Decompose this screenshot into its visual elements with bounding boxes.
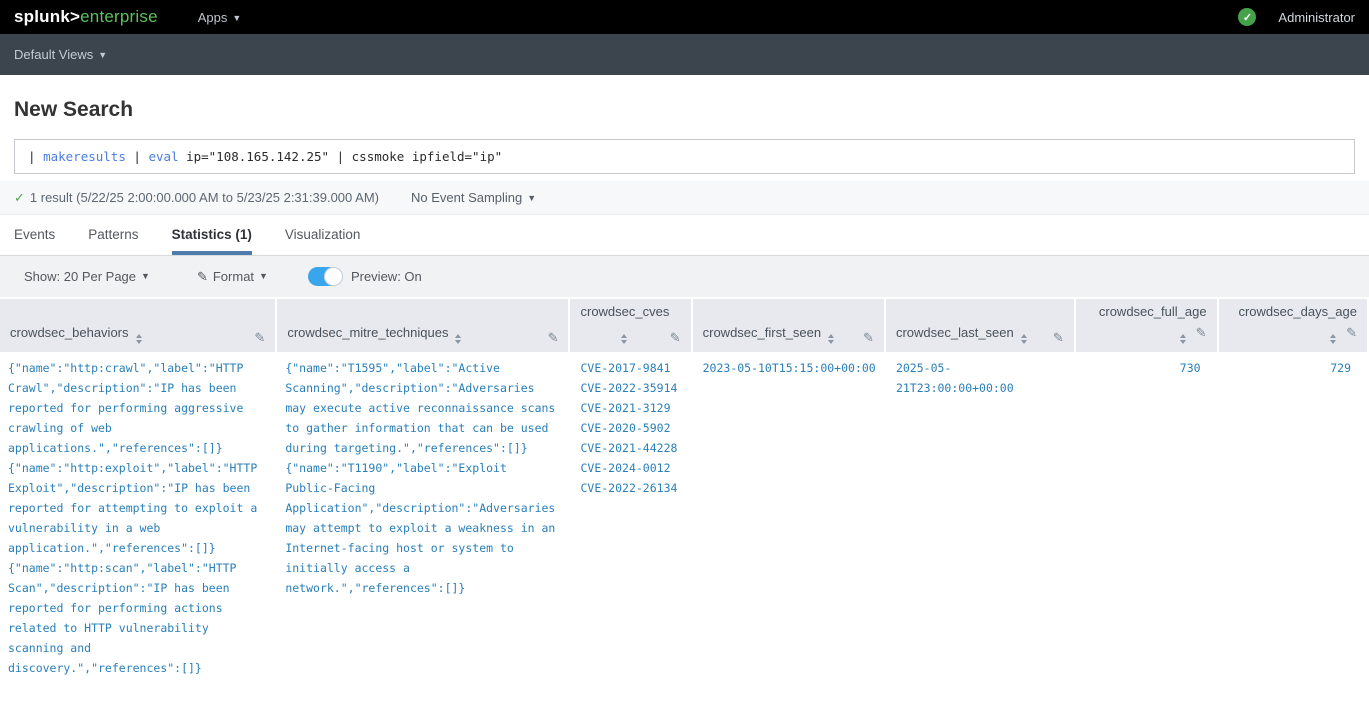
query-part-plain: ip="108.165.142.25" | cssmoke ipfield="i…	[179, 149, 503, 164]
sort-icon[interactable]	[136, 334, 142, 344]
cell-crowdsec_full_age: 730	[1076, 352, 1217, 684]
column-header-label: crowdsec_first_seen	[703, 325, 822, 340]
cell-crowdsec_mitre_techniques: {"name":"T1595","label":"Active Scanning…	[277, 352, 568, 684]
job-status-bar: ✓ 1 result (5/22/25 2:00:00.000 AM to 5/…	[0, 181, 1369, 215]
tab-statistics[interactable]: Statistics (1)	[172, 215, 252, 255]
edit-column-icon[interactable]: ✎	[1196, 325, 1207, 340]
edit-column-icon[interactable]: ✎	[548, 331, 559, 344]
column-header-crowdsec_first_seen[interactable]: crowdsec_first_seen ✎	[693, 299, 884, 352]
column-header-label: crowdsec_behaviors	[10, 325, 129, 340]
result-count-text: 1 result (5/22/25 2:00:00.000 AM to 5/23…	[30, 190, 379, 205]
table-row: {"name":"http:crawl","label":"HTTP Crawl…	[0, 352, 1367, 684]
chevron-down-icon: ▼	[527, 193, 536, 203]
edit-column-icon[interactable]: ✎	[863, 331, 874, 344]
query-part-command: makeresults	[43, 149, 126, 164]
query-part-command: eval	[148, 149, 178, 164]
chevron-down-icon: ▼	[141, 271, 150, 281]
splunk-logo-gt: >	[70, 7, 80, 26]
results-toolbar: Show: 20 Per Page ▼ ✎ Format ▼ Preview: On	[0, 256, 1369, 299]
edit-column-icon[interactable]: ✎	[670, 331, 681, 344]
column-header-crowdsec_full_age[interactable]: crowdsec_full_age ✎	[1076, 299, 1217, 352]
query-part-plain: |	[126, 149, 149, 164]
sort-icon[interactable]	[1330, 334, 1336, 344]
pencil-icon: ✎	[197, 269, 208, 285]
event-sampling-menu[interactable]: No Event Sampling ▼	[411, 190, 536, 205]
apps-menu[interactable]: Apps ▼	[198, 10, 242, 25]
column-header-crowdsec_days_age[interactable]: crowdsec_days_age ✎	[1219, 299, 1367, 352]
chevron-down-icon: ▼	[259, 271, 268, 281]
search-bar[interactable]: | makeresults | eval ip="108.165.142.25"…	[14, 139, 1355, 174]
per-page-label: Show: 20 Per Page	[24, 269, 136, 284]
preview-control: Preview: On	[308, 267, 422, 286]
cell-crowdsec_behaviors: {"name":"http:crawl","label":"HTTP Crawl…	[0, 352, 275, 684]
sort-icon[interactable]	[621, 334, 627, 344]
column-header-label: crowdsec_cves	[580, 304, 669, 319]
job-done-check-icon: ✓	[14, 190, 25, 206]
cell-crowdsec_last_seen: 2025-05-21T23:00:00+00:00	[886, 352, 1074, 684]
preview-toggle[interactable]	[308, 267, 343, 286]
column-header-label: crowdsec_last_seen	[896, 325, 1014, 340]
splunk-logo-brand: splunk	[14, 7, 70, 26]
top-navbar: splunk>enterprise Apps ▼ ✓ Administrator	[0, 0, 1369, 34]
page-title: New Search	[0, 75, 1369, 139]
search-query-input[interactable]: | makeresults | eval ip="108.165.142.25"…	[28, 149, 502, 164]
sort-icon[interactable]	[1021, 334, 1027, 344]
edit-column-icon[interactable]: ✎	[254, 331, 265, 344]
column-header-crowdsec_behaviors[interactable]: crowdsec_behaviors ✎	[0, 299, 275, 352]
user-menu[interactable]: Administrator	[1278, 10, 1355, 25]
format-label: Format	[213, 269, 254, 284]
statistics-header-row: crowdsec_behaviors✎crowdsec_mitre_techni…	[0, 299, 1367, 352]
edit-column-icon[interactable]: ✎	[1053, 331, 1064, 344]
splunk-logo-product: enterprise	[80, 7, 158, 26]
tab-visualization[interactable]: Visualization	[285, 215, 361, 255]
default-views-menu[interactable]: Default Views ▼	[14, 47, 107, 62]
chevron-down-icon: ▼	[98, 50, 107, 60]
tab-events[interactable]: Events	[14, 215, 55, 255]
apps-menu-label: Apps	[198, 10, 228, 25]
tab-patterns[interactable]: Patterns	[88, 215, 138, 255]
preview-label: Preview: On	[351, 269, 422, 284]
column-header-label: crowdsec_full_age	[1099, 304, 1207, 319]
event-sampling-label: No Event Sampling	[411, 190, 522, 205]
user-menu-label: Administrator	[1278, 10, 1355, 25]
column-header-label: crowdsec_mitre_techniques	[287, 325, 448, 340]
column-header-crowdsec_cves[interactable]: crowdsec_cves✎	[570, 299, 690, 352]
per-page-menu[interactable]: Show: 20 Per Page ▼	[24, 269, 150, 284]
column-header-crowdsec_mitre_techniques[interactable]: crowdsec_mitre_techniques ✎	[277, 299, 568, 352]
cell-crowdsec_cves: CVE-2017-9841 CVE-2022-35914 CVE-2021-31…	[570, 352, 690, 684]
sort-icon[interactable]	[1180, 334, 1186, 344]
results-tabs: Events Patterns Statistics (1) Visualizatio…	[0, 215, 1369, 256]
chevron-down-icon: ▼	[232, 13, 241, 23]
edit-column-icon[interactable]: ✎	[1346, 325, 1357, 340]
app-navbar: Default Views ▼	[0, 34, 1369, 75]
format-menu[interactable]: ✎ Format ▼	[197, 269, 268, 285]
column-header-label: crowdsec_days_age	[1238, 304, 1357, 319]
query-part-plain: |	[28, 149, 43, 164]
health-check-icon[interactable]: ✓	[1238, 8, 1256, 26]
sort-icon[interactable]	[828, 334, 834, 344]
cell-crowdsec_first_seen: 2023-05-10T15:15:00+00:00	[693, 352, 884, 684]
statistics-table: crowdsec_behaviors✎crowdsec_mitre_techni…	[0, 299, 1369, 684]
sort-icon[interactable]	[455, 334, 461, 344]
preview-toggle-knob[interactable]	[324, 267, 343, 286]
splunk-logo[interactable]: splunk>enterprise	[14, 7, 158, 27]
default-views-label: Default Views	[14, 47, 93, 62]
cell-crowdsec_days_age: 729	[1219, 352, 1367, 684]
column-header-crowdsec_last_seen[interactable]: crowdsec_last_seen ✎	[886, 299, 1074, 352]
